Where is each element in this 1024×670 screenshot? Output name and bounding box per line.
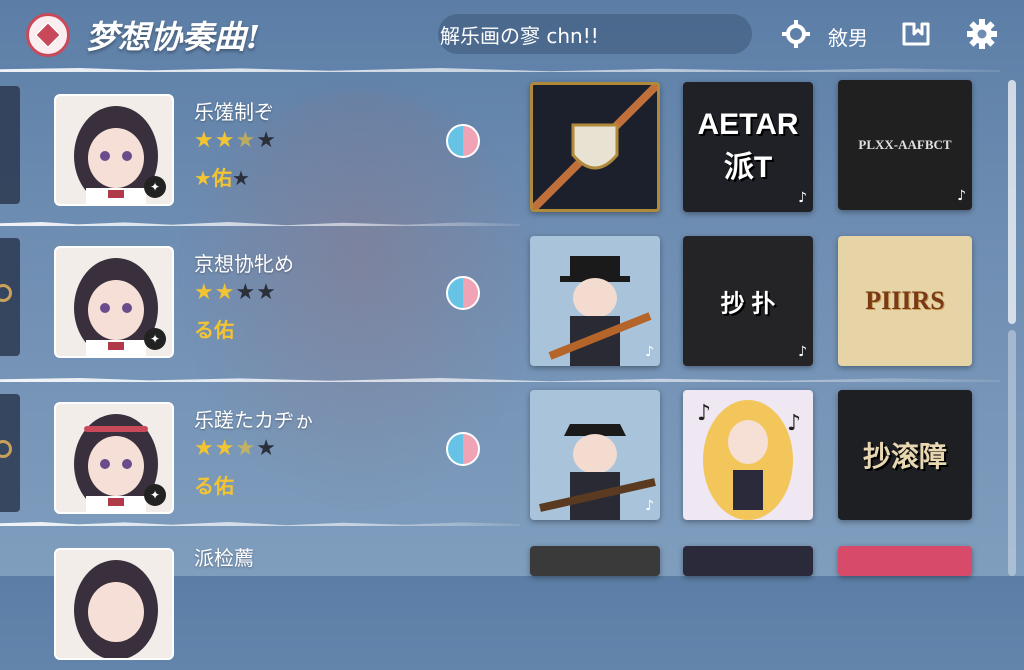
album-cover[interactable]: PLXX-AAFBCT ♪ [838, 80, 972, 210]
play-button[interactable] [446, 276, 480, 310]
album-cover[interactable]: 抄 扑 ♪ [683, 236, 813, 366]
character-badge-icon: ✦ [144, 484, 166, 506]
album-cover[interactable] [530, 546, 660, 576]
avatar [54, 548, 174, 660]
album-title: PIIIRS [865, 286, 945, 315]
diamond-logo-icon[interactable] [26, 13, 70, 57]
song-title: 京想协牝め [194, 252, 294, 276]
album-cover[interactable]: PIIIRS [838, 236, 972, 366]
top-bar: 梦想协奏曲! 解乐画の寥 chn!! 敘男 [0, 0, 1024, 66]
song-row[interactable]: ✦ 乐蹉たカヂゕ ★★★★ る佑 [0, 384, 520, 524]
song-row[interactable]: ✦ 乐馐制ぞ ★★★★ ★佑★ [0, 76, 520, 216]
song-title: 乐蹉たカヂゕ [194, 408, 314, 432]
svg-text:♪: ♪ [787, 411, 801, 436]
search-bar[interactable]: 解乐画の寥 chn!! [438, 14, 752, 54]
rank-label: ★佑★ [194, 166, 250, 190]
scrollbar[interactable] [1004, 80, 1018, 576]
gear-icon[interactable] [966, 18, 998, 50]
music-note-icon: ♪ [645, 344, 654, 360]
scrollbar-thumb[interactable] [1008, 80, 1016, 324]
album-cover[interactable]: ♪ [530, 236, 660, 366]
bookmark-icon[interactable] [900, 18, 932, 50]
music-note-icon: ♪ [957, 188, 966, 204]
edge-thumbnail [0, 86, 20, 204]
rank-label: る佑 [194, 474, 234, 498]
album-title: PLXX-AAFBCT [858, 137, 952, 152]
album-cover[interactable]: 抄滚障 [838, 390, 972, 520]
search-text: 解乐画の寥 chn!! [440, 23, 599, 48]
difficulty-stars: ★★★★ [194, 128, 277, 153]
album-cover[interactable] [683, 546, 813, 576]
album-cover[interactable]: ♪ [530, 390, 660, 520]
song-title: 派检薦 [194, 546, 254, 570]
app-title: 梦想协奏曲! [86, 18, 261, 56]
crosshair-icon[interactable] [780, 18, 812, 50]
tab-label[interactable]: 敘男 [828, 22, 868, 51]
album-title: AETAR 派T [697, 108, 799, 184]
album-title: 抄滚障 [862, 441, 947, 472]
album-title: 抄 扑 [720, 290, 776, 318]
song-row[interactable]: 派检薦 [0, 530, 520, 670]
character-badge-icon: ✦ [144, 176, 166, 198]
avatar: ✦ [54, 246, 174, 358]
avatar: ✦ [54, 402, 174, 514]
music-note-icon: ♪ [798, 344, 807, 360]
divider [0, 68, 1000, 72]
song-title: 乐馐制ぞ [194, 100, 274, 124]
song-row[interactable]: ✦ 京想协牝め ★★★★ る佑 [0, 228, 520, 368]
avatar: ✦ [54, 94, 174, 206]
music-note-icon: ♪ [798, 190, 807, 206]
difficulty-stars: ★★★★ [194, 280, 277, 305]
album-cover[interactable] [838, 546, 972, 576]
album-cover[interactable] [530, 82, 660, 212]
album-cover[interactable]: ♪ ♪ [683, 390, 813, 520]
play-button[interactable] [446, 432, 480, 466]
album-cover[interactable]: AETAR 派T ♪ [683, 82, 813, 212]
music-note-icon: ♪ [645, 498, 654, 514]
scrollbar-track[interactable] [1008, 330, 1016, 576]
svg-text:♪: ♪ [697, 401, 711, 426]
character-badge-icon: ✦ [144, 328, 166, 350]
difficulty-stars: ★★★★ [194, 436, 277, 461]
rank-label: る佑 [194, 318, 234, 342]
play-button[interactable] [446, 124, 480, 158]
